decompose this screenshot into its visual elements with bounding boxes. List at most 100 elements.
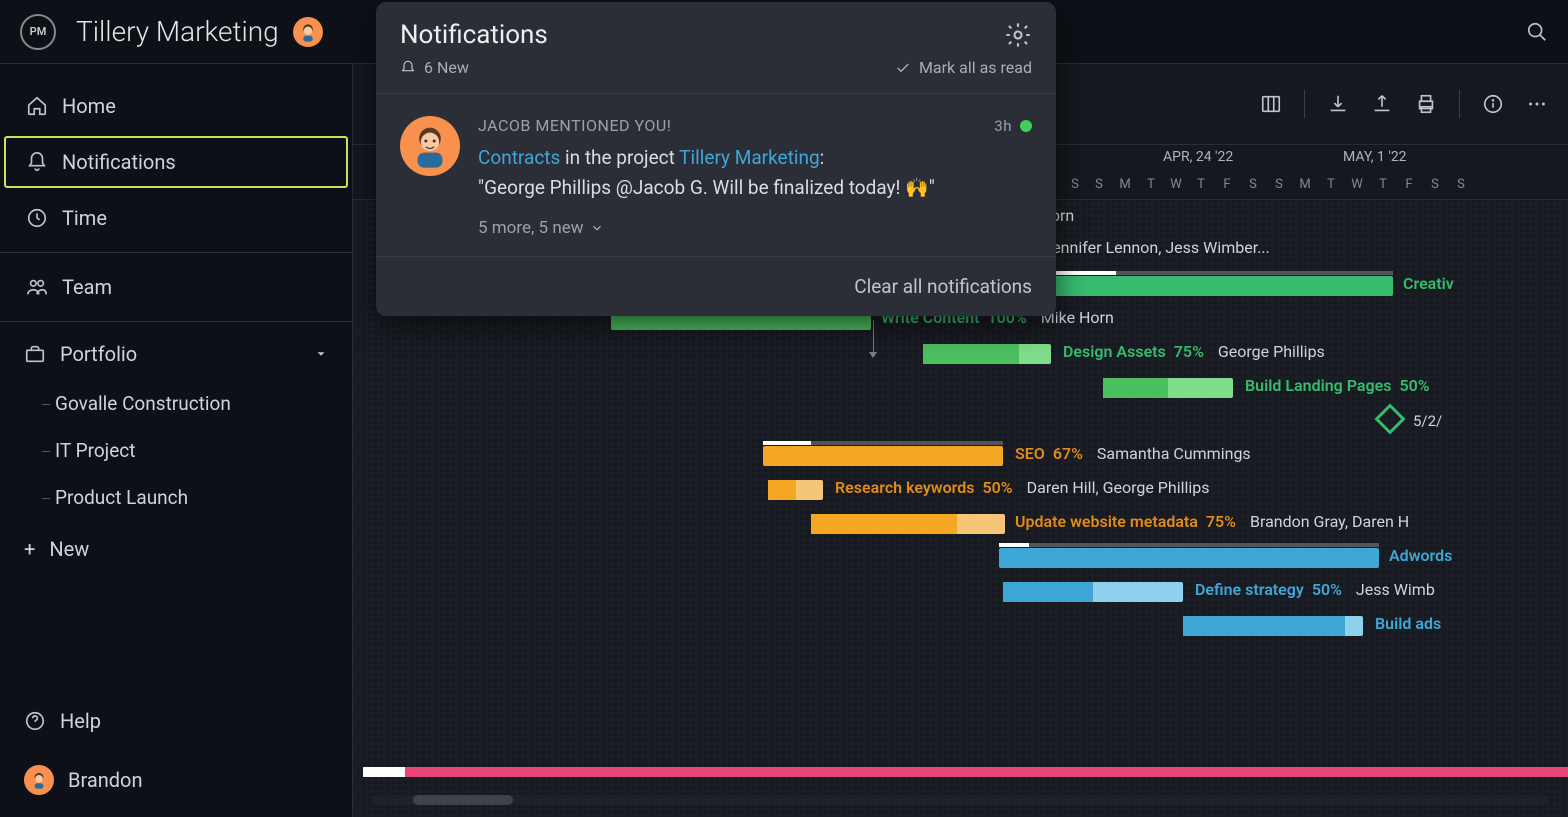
notification-more[interactable]: 5 more, 5 new (478, 204, 1032, 238)
day-label: S (1089, 177, 1109, 192)
day-label: S (1065, 177, 1085, 192)
day-label: T (1141, 177, 1161, 192)
columns-icon[interactable] (1260, 93, 1282, 115)
day-label: F (1217, 177, 1237, 192)
day-label: F (1399, 177, 1419, 192)
day-label: M (1295, 177, 1315, 192)
task-label: Define strategy (1195, 580, 1304, 599)
task-assignee: Samantha Cummings (1097, 444, 1251, 463)
notification-heading: JACOB MENTIONED YOU! (478, 116, 671, 135)
print-icon[interactable] (1415, 93, 1437, 115)
more-icon[interactable] (1526, 93, 1548, 115)
search-icon[interactable] (1526, 21, 1548, 43)
gantt-toolbar (1260, 90, 1548, 118)
notification-avatar (400, 116, 460, 176)
sidebar-label-time: Time (62, 206, 107, 230)
mark-all-read-button[interactable]: Mark all as read (895, 58, 1032, 77)
chevron-down-icon (314, 347, 328, 361)
task-assignee: Daren Hill, George Phillips (1027, 478, 1210, 497)
task-label: Build Landing Pages (1245, 376, 1391, 395)
task-pct: 50% (983, 478, 1013, 497)
milestone-date: 5/2/ (1413, 412, 1442, 430)
briefcase-icon (24, 343, 46, 365)
task-pct: 67% (1053, 444, 1083, 463)
task-label: SEO (1015, 444, 1045, 463)
day-label: T (1321, 177, 1341, 192)
day-label: W (1347, 177, 1367, 192)
gantt-bar[interactable] (1183, 616, 1363, 636)
gantt-bar[interactable] (1003, 582, 1183, 602)
sidebar-help[interactable]: Help (0, 693, 352, 749)
sidebar-item-home[interactable]: Home (0, 78, 352, 134)
task-label: Creativ (1403, 274, 1454, 293)
day-label: T (1373, 177, 1393, 192)
day-label: S (1243, 177, 1263, 192)
task-label: Update website metadata (1015, 512, 1198, 531)
gantt-bar[interactable] (763, 446, 1003, 466)
task-label: Build ads (1375, 614, 1441, 633)
task-pct: 75% (1206, 512, 1236, 531)
check-icon (895, 60, 911, 76)
day-label: M (1115, 177, 1135, 192)
task-label: Adwords (1389, 546, 1452, 565)
task-assignee: Jess Wimb (1356, 580, 1435, 599)
month-label: MAY, 1 '22 (1343, 149, 1407, 165)
notifications-count: 6 New (424, 58, 469, 77)
sidebar-new[interactable]: + New (0, 521, 352, 577)
home-icon (26, 95, 48, 117)
sidebar-label-help: Help (60, 709, 101, 733)
sidebar-item-portfolio[interactable]: Portfolio (0, 328, 352, 380)
app-logo[interactable]: PM (20, 14, 56, 50)
plus-icon: + (24, 537, 35, 561)
project-title: Tillery Marketing (76, 15, 279, 48)
clock-icon (26, 207, 48, 229)
task-pct: 75% (1174, 342, 1204, 361)
notification-body: Contracts in the project Tillery Marketi… (478, 143, 1032, 204)
gantt-bar[interactable] (999, 548, 1379, 568)
info-icon[interactable] (1482, 93, 1504, 115)
day-label: W (1166, 177, 1186, 192)
gantt-bar[interactable] (1103, 378, 1233, 398)
mark-read-label: Mark all as read (919, 58, 1032, 77)
sidebar-label-notifications: Notifications (62, 150, 176, 174)
user-avatar (24, 765, 54, 795)
day-label: S (1269, 177, 1289, 192)
chevron-down-icon (590, 221, 604, 235)
task-label: Design Assets (1063, 342, 1166, 361)
sidebar-item-team[interactable]: Team (0, 259, 352, 315)
project-owner-avatar[interactable] (293, 17, 323, 47)
day-label: S (1451, 177, 1471, 192)
task-pct: 50% (1312, 580, 1342, 599)
task-label: Research keywords (835, 478, 975, 497)
task-assignee: George Phillips (1218, 342, 1325, 361)
scrollbar[interactable] (373, 795, 1548, 805)
day-label: S (1425, 177, 1445, 192)
sidebar-label-portfolio: Portfolio (60, 342, 137, 366)
sidebar-label-team: Team (62, 275, 112, 299)
portfolio-item-govalle[interactable]: Govalle Construction (0, 380, 352, 427)
month-label: APR, 24 '22 (1163, 149, 1233, 165)
share-icon[interactable] (1371, 93, 1393, 115)
milestone-icon[interactable] (1374, 403, 1405, 434)
sidebar-item-notifications[interactable]: Notifications (4, 136, 348, 188)
sidebar: Home Notifications Time Team Portfolio G… (0, 64, 353, 817)
unread-dot-icon (1020, 120, 1032, 132)
gantt-bar[interactable] (811, 514, 1005, 534)
sidebar-item-time[interactable]: Time (0, 190, 352, 246)
download-icon[interactable] (1327, 93, 1349, 115)
clear-notifications-button[interactable]: Clear all notifications (376, 257, 1056, 316)
portfolio-item-productlaunch[interactable]: Product Launch (0, 474, 352, 521)
gantt-bar[interactable] (923, 344, 1051, 364)
portfolio-item-itproject[interactable]: IT Project (0, 427, 352, 474)
gear-icon[interactable] (1004, 21, 1032, 49)
gantt-bar[interactable] (1023, 276, 1393, 296)
sidebar-current-user[interactable]: Brandon (0, 749, 352, 811)
task-assignee: Brandon Gray, Daren H (1250, 512, 1409, 531)
gantt-bar[interactable] (768, 480, 823, 500)
notification-item[interactable]: JACOB MENTIONED YOU! 3h Contracts in the… (376, 94, 1056, 257)
notification-time: 3h (994, 117, 1012, 135)
bell-icon (26, 151, 48, 173)
sidebar-label-user: Brandon (68, 768, 143, 792)
task-pct: 50% (1399, 376, 1429, 395)
sidebar-label-home: Home (62, 94, 116, 118)
